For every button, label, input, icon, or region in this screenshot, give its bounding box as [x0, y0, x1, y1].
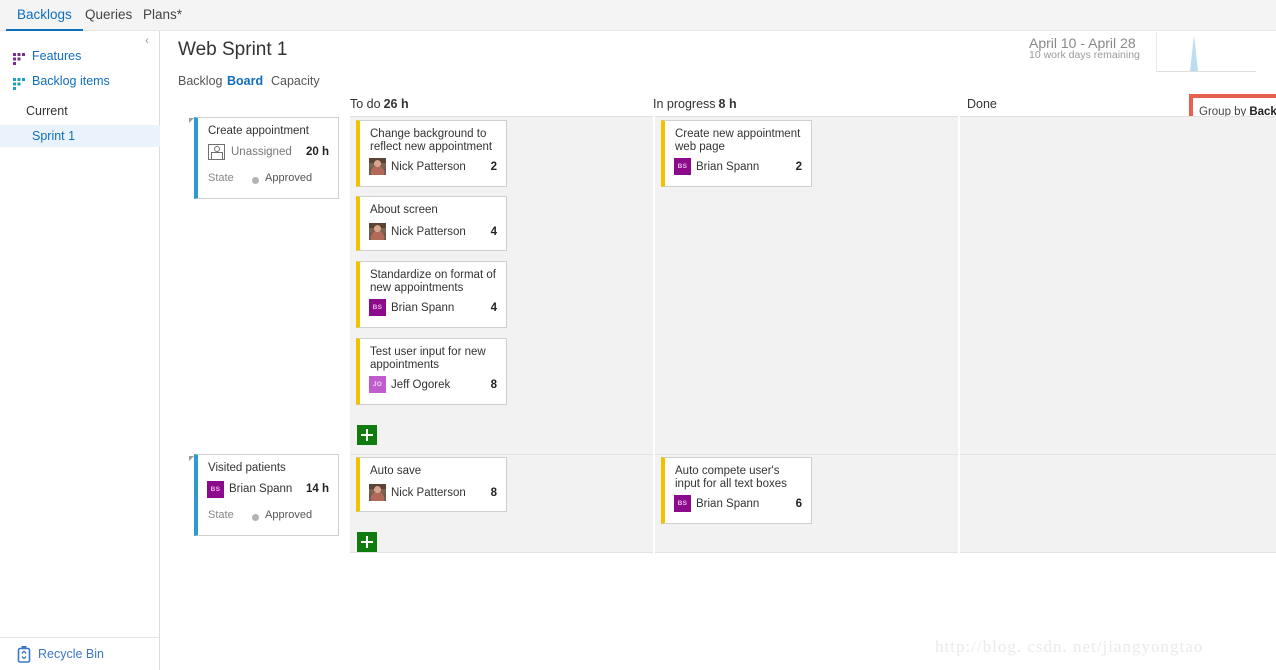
board-icon-backlog-items — [13, 75, 26, 90]
backlog-item-card-create-appointment[interactable]: Create appointment Unassigned 20 h State… — [194, 117, 339, 199]
recycle-bin-label: Recycle Bin — [38, 647, 104, 661]
task-title: Test user input for new appointments — [370, 346, 486, 371]
avatar: NP — [369, 223, 386, 240]
sidebar: ‹ Features Backlog items Current Sprint … — [0, 31, 160, 670]
task-assignee: Nick Patterson — [391, 487, 466, 499]
state-dot-icon — [252, 177, 259, 184]
task-card[interactable]: Auto compete user's input for all text b… — [661, 457, 812, 524]
state-dot-icon — [252, 514, 259, 521]
tab-backlogs[interactable]: Backlogs — [6, 0, 83, 31]
avatar: JO — [369, 376, 386, 393]
backlog-item-title: Create appointment — [208, 125, 310, 137]
task-points: 8 — [490, 379, 497, 391]
backlog-item-card-visited-patients[interactable]: Visited patients BS Brian Spann 14 h Sta… — [194, 454, 339, 536]
lane-separator — [958, 116, 960, 482]
backlog-item-hours: 14 h — [305, 483, 329, 495]
sprint-board: To do 26 h In progress 8 h Done Create app… — [161, 31, 1276, 670]
lane-separator — [958, 454, 960, 553]
task-assignee: Nick Patterson — [391, 226, 466, 238]
unassigned-icon — [208, 144, 225, 160]
sidebar-section-current: Current — [26, 104, 68, 118]
task-title: Change background to reflect new appoint… — [370, 128, 493, 153]
task-assignee: Brian Spann — [696, 498, 760, 510]
backlog-item-state-value: Approved — [265, 509, 313, 521]
task-assignee: Nick Patterson — [391, 161, 466, 173]
sidebar-item-features[interactable]: Features — [0, 45, 160, 68]
backlog-item-assignee: Unassigned — [231, 146, 292, 158]
backlog-item-state-label: State — [208, 172, 234, 184]
task-points: 2 — [795, 161, 802, 173]
watermark: http://blog. csdn. net/jiangyongtao — [935, 637, 1204, 656]
task-points: 6 — [795, 498, 802, 510]
avatar: BS — [674, 495, 691, 512]
sidebar-item-backlog-items[interactable]: Backlog items — [0, 70, 160, 93]
task-title: Create new appointment web page — [675, 128, 801, 153]
task-points: 4 — [490, 226, 497, 238]
task-points: 2 — [490, 161, 497, 173]
sidebar-item-sprint-1-label: Sprint 1 — [32, 129, 76, 143]
task-card[interactable]: Change background to reflect new appoint… — [356, 120, 507, 187]
backlog-item-hours: 20 h — [305, 146, 329, 158]
column-header-inprogress: In progress 8 h — [653, 97, 737, 111]
avatar: BS — [369, 299, 386, 316]
backlog-item-assignee: Brian Spann — [229, 483, 293, 495]
task-assignee: Brian Spann — [391, 302, 455, 314]
task-points: 4 — [490, 302, 497, 314]
task-assignee: Brian Spann — [696, 161, 760, 173]
task-card[interactable]: Standardize on format of new appointment… — [356, 261, 507, 328]
sidebar-item-features-label: Features — [32, 49, 82, 63]
backlog-item-title: Visited patients — [208, 462, 286, 474]
task-card[interactable]: Auto save NP Nick Patterson 8 — [356, 457, 507, 512]
top-tab-bar: Backlogs Queries Plans* — [0, 0, 1276, 31]
tab-plans[interactable]: Plans* — [132, 0, 193, 31]
sidebar-item-backlog-items-label: Backlog items — [32, 74, 110, 88]
task-title: Auto save — [370, 465, 422, 477]
board-icon-features — [13, 50, 26, 65]
task-title: Standardize on format of new appointment… — [370, 269, 496, 294]
avatar: NP — [369, 158, 386, 175]
task-points: 8 — [490, 487, 497, 499]
backlog-item-state-label: State — [208, 509, 234, 521]
sidebar-item-sprint-1[interactable]: Sprint 1 — [0, 125, 160, 147]
sidebar-item-recycle-bin[interactable]: Recycle Bin — [0, 638, 159, 670]
main-content: Web Sprint 1 Backlog Board Capacity Apri… — [161, 31, 1276, 670]
avatar: BS — [207, 481, 224, 498]
task-title: Auto compete user's input for all text b… — [675, 465, 787, 490]
add-task-button-todo[interactable] — [357, 425, 377, 445]
column-header-done: Done — [967, 97, 997, 111]
lane-separator — [653, 116, 655, 482]
add-task-button-todo-2[interactable] — [357, 532, 377, 552]
task-card[interactable]: Test user input for new appointments JO … — [356, 338, 507, 405]
task-card[interactable]: Create new appointment web page BS Brian… — [661, 120, 812, 187]
lane-separator — [653, 454, 655, 553]
avatar: NP — [369, 484, 386, 501]
task-card[interactable]: About screen NP Nick Patterson 4 — [356, 196, 507, 251]
column-header-todo: To do 26 h — [350, 97, 409, 111]
task-assignee: Jeff Ogorek — [391, 379, 451, 391]
recycle-bin-icon — [16, 645, 32, 668]
avatar: BS — [674, 158, 691, 175]
backlog-item-state-value: Approved — [265, 172, 313, 184]
task-title: About screen — [370, 204, 438, 216]
